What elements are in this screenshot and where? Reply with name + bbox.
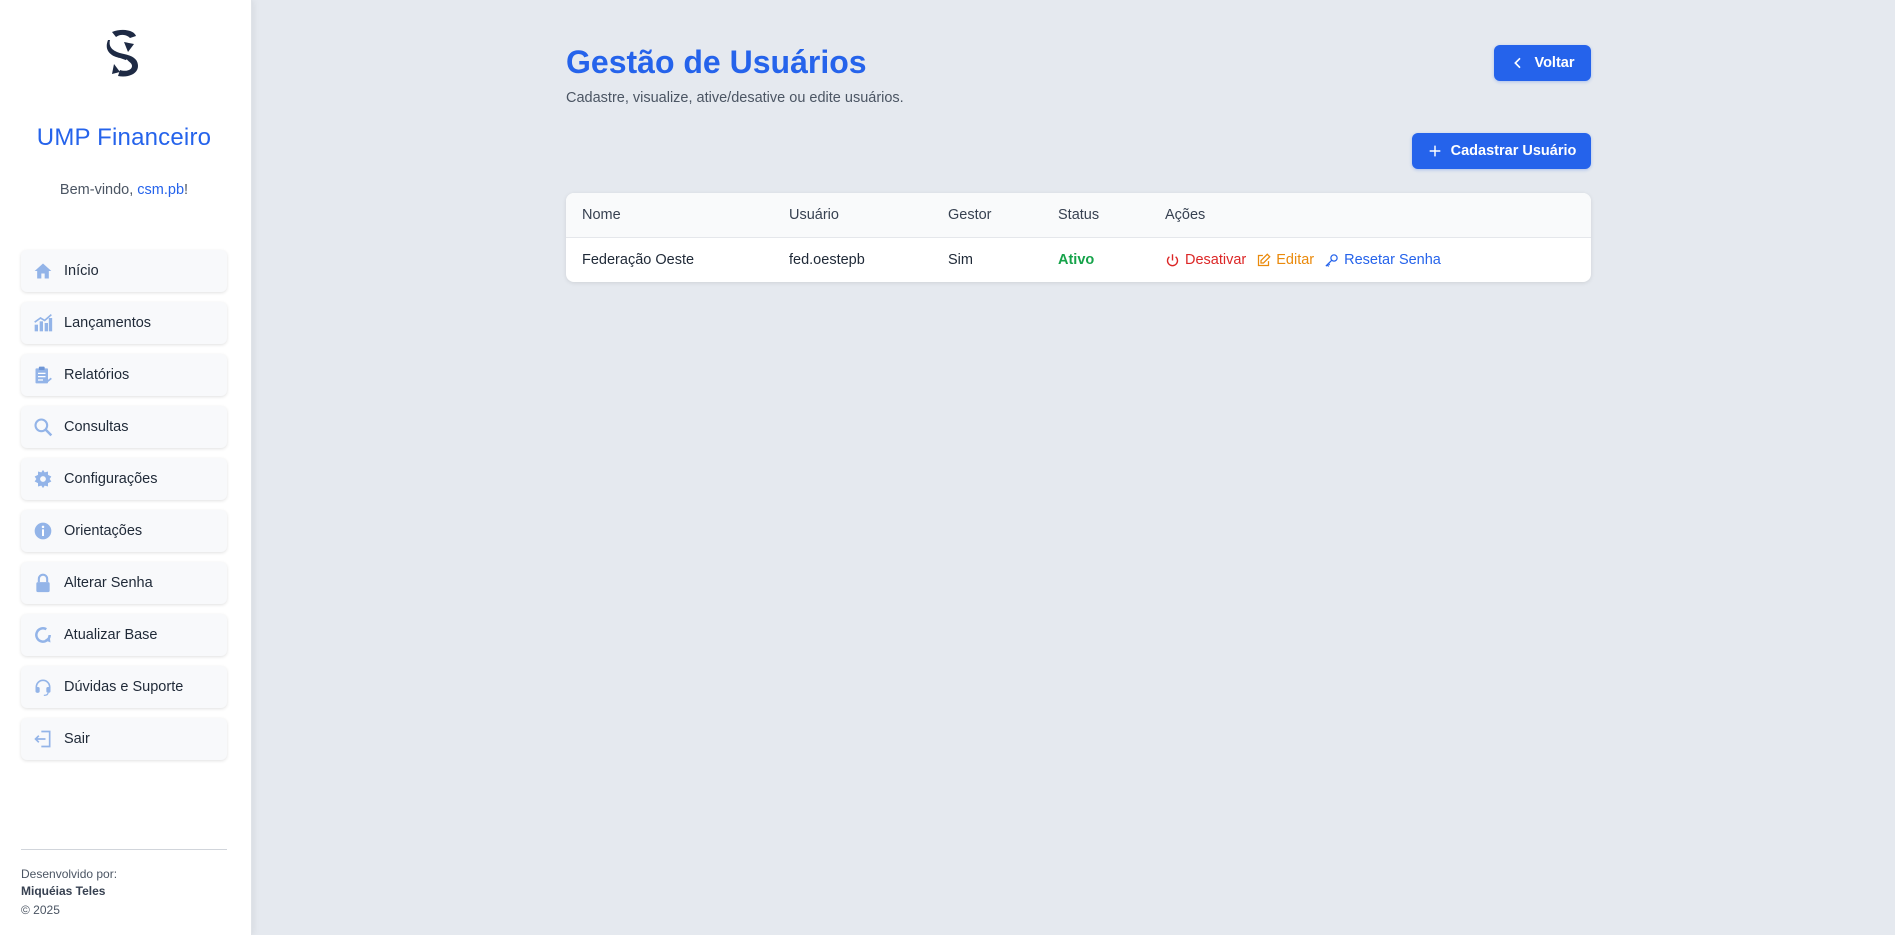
sidebar-item-atualizar-base[interactable]: Atualizar Base <box>21 614 227 656</box>
developed-by-label: Desenvolvido por: <box>21 867 118 881</box>
column-header-acoes: Ações <box>1165 207 1206 223</box>
headset-icon <box>32 676 54 698</box>
reset-password-label: Resetar Senha <box>1344 252 1441 268</box>
lock-icon <box>32 572 54 594</box>
edit-label: Editar <box>1276 252 1315 268</box>
reset-password-button[interactable]: Resetar Senha <box>1324 252 1441 268</box>
column-header-status: Status <box>1058 207 1100 223</box>
back-button[interactable]: Voltar <box>1494 45 1591 81</box>
deactivate-label: Desativar <box>1185 252 1247 268</box>
status-badge: Ativo <box>1058 252 1095 268</box>
home-icon <box>32 260 54 282</box>
key-icon <box>1325 253 1338 267</box>
sidebar-item-label: Consultas <box>64 419 129 435</box>
sidebar: UMP Financeiro Bem-vindo, csm.pb! Início… <box>0 0 252 935</box>
sidebar-item-label: Início <box>64 263 99 279</box>
sidebar-item-label: Lançamentos <box>64 315 152 331</box>
sidebar-item-inicio[interactable]: Início <box>21 250 227 292</box>
copyright: © 2025 <box>21 903 60 917</box>
sidebar-nav: Início Lançamentos Relatórios Consultas … <box>21 250 227 770</box>
welcome-suffix: ! <box>184 182 189 198</box>
sidebar-item-lancamentos[interactable]: Lançamentos <box>21 302 227 344</box>
cell-nome: Federação Oeste <box>582 252 695 268</box>
table-row: Federação Oeste fed.oestepb Sim Ativo De… <box>566 238 1591 282</box>
column-header-usuario: Usuário <box>789 207 839 223</box>
back-button-label: Voltar <box>1534 55 1575 71</box>
deactivate-button[interactable]: Desativar <box>1165 252 1246 268</box>
sidebar-item-duvidas-suporte[interactable]: Dúvidas e Suporte <box>21 666 227 708</box>
sidebar-item-label: Atualizar Base <box>64 627 158 643</box>
sidebar-item-consultas[interactable]: Consultas <box>21 406 227 448</box>
sidebar-item-label: Dúvidas e Suporte <box>64 679 184 695</box>
column-header-gestor: Gestor <box>948 207 992 223</box>
edit-button[interactable]: Editar <box>1256 252 1314 268</box>
page-title: Gestão de Usuários <box>566 44 867 80</box>
sidebar-item-label: Relatórios <box>64 367 130 383</box>
sidebar-item-label: Configurações <box>64 471 158 487</box>
info-icon <box>32 520 54 542</box>
users-table: Nome Usuário Gestor Status Ações Federaç… <box>566 193 1591 282</box>
search-icon <box>32 416 54 438</box>
gear-icon <box>32 468 54 490</box>
clipboard-icon <box>32 364 54 386</box>
add-user-button[interactable]: Cadastrar Usuário <box>1412 133 1591 169</box>
logout-icon <box>32 728 54 750</box>
sidebar-item-relatorios[interactable]: Relatórios <box>21 354 227 396</box>
add-user-button-label: Cadastrar Usuário <box>1450 143 1577 159</box>
column-header-nome: Nome <box>582 207 621 223</box>
welcome-message: Bem-vindo, csm.pb! <box>0 182 248 198</box>
sidebar-item-sair[interactable]: Sair <box>21 718 227 760</box>
cell-gestor: Sim <box>948 252 973 268</box>
sidebar-item-label: Orientações <box>64 523 143 539</box>
bar-chart-icon <box>32 312 54 334</box>
cell-usuario: fed.oestepb <box>789 252 865 268</box>
page-subtitle: Cadastre, visualize, ative/desative ou e… <box>566 90 904 106</box>
sidebar-footer: Desenvolvido por: Miquéias Teles © 2025 <box>21 866 117 919</box>
plus-icon <box>1429 145 1440 157</box>
welcome-prefix: Bem-vindo, <box>59 182 138 198</box>
sidebar-item-label: Alterar Senha <box>64 575 153 591</box>
sidebar-item-alterar-senha[interactable]: Alterar Senha <box>21 562 227 604</box>
power-icon <box>1166 253 1179 266</box>
refresh-icon <box>32 624 54 646</box>
app-title: UMP Financeiro <box>36 124 212 151</box>
sidebar-item-orientacoes[interactable]: Orientações <box>21 510 227 552</box>
edit-icon <box>1258 252 1271 266</box>
developer-name: Miquéias Teles <box>21 884 106 898</box>
row-actions: Desativar Editar Resetar Senha <box>1165 238 1451 282</box>
welcome-username: csm.pb <box>137 182 185 198</box>
footer-divider <box>21 849 227 850</box>
logo-icon <box>106 29 138 77</box>
table-header: Nome Usuário Gestor Status Ações <box>566 193 1591 238</box>
sidebar-item-label: Sair <box>64 731 90 747</box>
sidebar-item-configuracoes[interactable]: Configurações <box>21 458 227 500</box>
chevron-left-icon <box>1514 57 1522 69</box>
